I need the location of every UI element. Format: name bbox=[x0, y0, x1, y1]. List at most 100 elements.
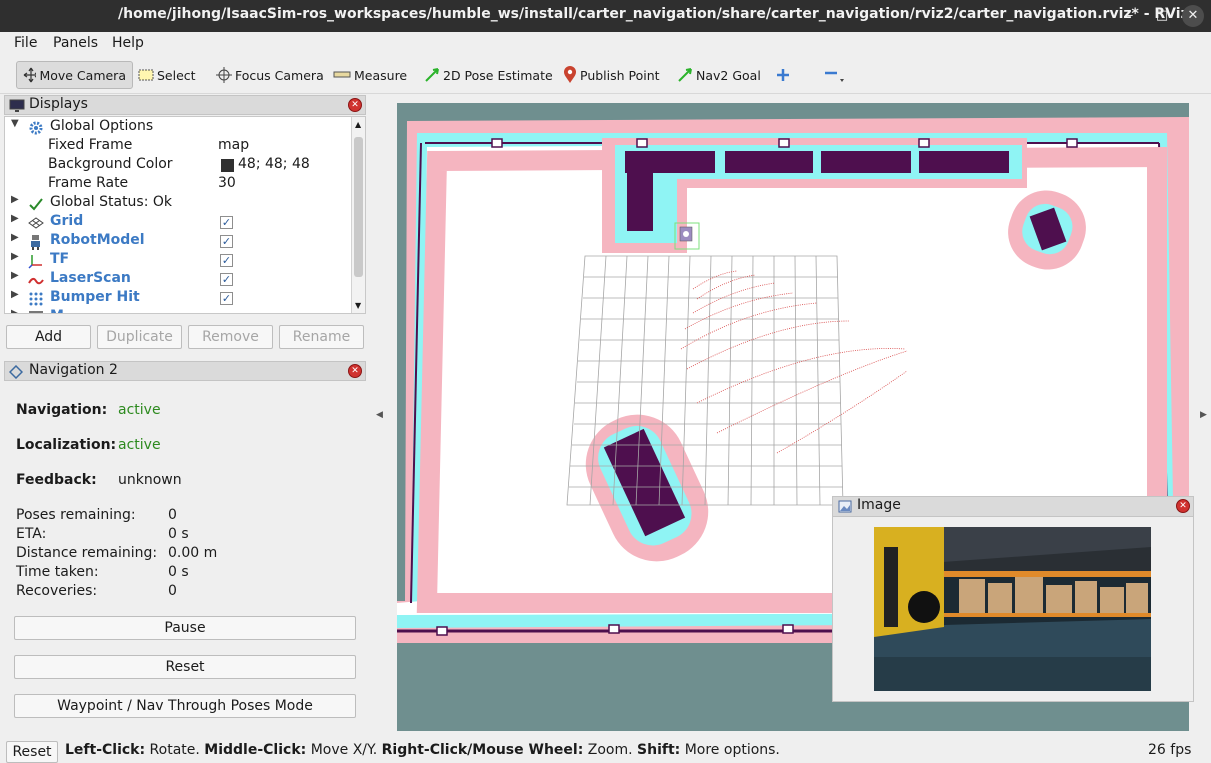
tree-row-laserscan[interactable]: ▶ LaserScan ✓ bbox=[5, 270, 353, 289]
add-tool-button[interactable] bbox=[776, 61, 793, 89]
menu-file[interactable]: File bbox=[14, 35, 37, 51]
fixed-frame-value[interactable]: map bbox=[218, 137, 249, 153]
navigation-status-value: active bbox=[118, 402, 161, 418]
pose-estimate-tool[interactable]: 2D Pose Estimate bbox=[424, 61, 553, 89]
pause-button[interactable]: Pause bbox=[14, 616, 356, 640]
monitor-icon bbox=[9, 99, 25, 112]
remove-display-button[interactable]: Remove bbox=[188, 325, 273, 349]
navigation-status-label: Navigation: bbox=[16, 402, 108, 418]
display-label-robotmodel: RobotModel bbox=[50, 232, 145, 248]
robotmodel-enabled-checkbox[interactable]: ✓ bbox=[220, 235, 233, 248]
tree-row-tf[interactable]: ▶ TF ✓ bbox=[5, 251, 353, 270]
collapsed-arrow-icon[interactable]: ▶ bbox=[11, 308, 19, 313]
expanded-arrow-icon[interactable]: ▼ bbox=[11, 118, 19, 129]
tree-row-partial[interactable]: ▶ M bbox=[5, 308, 353, 313]
rename-display-button[interactable]: Rename bbox=[279, 325, 364, 349]
tree-row-global-options[interactable]: ▼ Global Options bbox=[5, 118, 353, 137]
displays-title: Displays bbox=[29, 96, 88, 112]
duplicate-display-button[interactable]: Duplicate bbox=[97, 325, 182, 349]
waypoint-mode-button[interactable]: Waypoint / Nav Through Poses Mode bbox=[14, 694, 356, 718]
tool-bar: Move Camera Select Focus Camera Measure … bbox=[0, 56, 1211, 94]
scroll-down-icon[interactable]: ▼ bbox=[355, 301, 361, 310]
background-color-value[interactable]: 48; 48; 48 bbox=[238, 156, 310, 172]
reset-navigation-button[interactable]: Reset bbox=[14, 655, 356, 679]
color-swatch[interactable] bbox=[221, 159, 234, 172]
collapsed-arrow-icon[interactable]: ▶ bbox=[11, 213, 19, 224]
tree-row-frame-rate[interactable]: Frame Rate 30 bbox=[5, 175, 353, 194]
laserscan-icon bbox=[28, 277, 44, 285]
localization-status-label: Localization: bbox=[16, 437, 117, 453]
ruler-icon bbox=[333, 71, 351, 78]
status-hint: Left-Click: Rotate. Middle-Click: Move X… bbox=[65, 742, 780, 758]
shift-key: Shift: bbox=[637, 742, 681, 758]
close-image-panel-button[interactable]: ✕ bbox=[1176, 499, 1190, 513]
tree-row-fixed-frame[interactable]: Fixed Frame map bbox=[5, 137, 353, 156]
close-window-button[interactable]: ✕ bbox=[1182, 5, 1204, 27]
focus-camera-tool[interactable]: Focus Camera bbox=[216, 61, 324, 89]
left-click-desc: Rotate. bbox=[145, 742, 205, 758]
splitter-right-arrow-icon[interactable]: ▶ bbox=[1200, 410, 1207, 420]
tf-enabled-checkbox[interactable]: ✓ bbox=[220, 254, 233, 267]
left-click-key: Left-Click: bbox=[65, 742, 146, 758]
select-icon bbox=[138, 69, 154, 81]
green-arrow-icon bbox=[425, 68, 439, 82]
select-tool[interactable]: Select bbox=[138, 61, 196, 89]
collapsed-arrow-icon[interactable]: ▶ bbox=[11, 251, 19, 262]
move-camera-tool[interactable]: Move Camera bbox=[16, 61, 133, 89]
grid-enabled-checkbox[interactable]: ✓ bbox=[220, 216, 233, 229]
tree-row-grid[interactable]: ▶ Grid ✓ bbox=[5, 213, 353, 232]
laserscan-enabled-checkbox[interactable]: ✓ bbox=[220, 273, 233, 286]
move-camera-label: Move Camera bbox=[39, 67, 126, 83]
publish-point-tool[interactable]: Publish Point bbox=[563, 61, 660, 89]
diamond-icon bbox=[9, 365, 23, 379]
minimize-button[interactable]: – bbox=[1119, 5, 1141, 27]
pose-estimate-label: 2D Pose Estimate bbox=[443, 67, 553, 83]
scrollbar-thumb[interactable] bbox=[354, 137, 363, 277]
grid-icon bbox=[28, 217, 44, 229]
camera-image bbox=[874, 527, 1151, 691]
tree-row-background-color[interactable]: Background Color 48; 48; 48 bbox=[5, 156, 353, 175]
add-display-button[interactable]: Add bbox=[6, 325, 91, 349]
tree-row-global-status[interactable]: ▶ Global Status: Ok bbox=[5, 194, 353, 213]
close-displays-button[interactable]: ✕ bbox=[348, 98, 362, 112]
display-label-partial: M bbox=[50, 308, 64, 313]
collapsed-arrow-icon[interactable]: ▶ bbox=[11, 270, 19, 281]
image-panel: Image ✕ bbox=[832, 496, 1194, 702]
bumper-hit-enabled-checkbox[interactable]: ✓ bbox=[220, 292, 233, 305]
image-panel-header: Image ✕ bbox=[833, 497, 1193, 517]
collapsed-arrow-icon[interactable]: ▶ bbox=[11, 194, 19, 205]
distance-remaining-label: Distance remaining: bbox=[16, 545, 158, 561]
collapsed-arrow-icon[interactable]: ▶ bbox=[11, 289, 19, 300]
image-panel-title: Image bbox=[857, 497, 901, 513]
menu-help[interactable]: Help bbox=[112, 35, 144, 51]
window-titlebar: /home/jihong/IsaacSim-ros_workspaces/hum… bbox=[0, 0, 1211, 32]
shift-desc: More options. bbox=[680, 742, 780, 758]
scroll-up-icon[interactable]: ▲ bbox=[355, 120, 361, 129]
status-bar: Reset Left-Click: Rotate. Middle-Click: … bbox=[0, 741, 1211, 763]
recoveries-label: Recoveries: bbox=[16, 583, 98, 599]
maximize-button[interactable]: □ bbox=[1151, 5, 1173, 27]
tree-row-bumper-hit[interactable]: ▶ Bumper Hit ✓ bbox=[5, 289, 353, 308]
shelf-block bbox=[919, 151, 1009, 173]
robot-icon bbox=[31, 235, 40, 250]
tree-row-robotmodel[interactable]: ▶ RobotModel ✓ bbox=[5, 232, 353, 251]
frame-rate-value[interactable]: 30 bbox=[218, 175, 236, 191]
map-pin-icon bbox=[564, 66, 576, 83]
nav2-goal-tool[interactable]: Nav2 Goal bbox=[677, 61, 761, 89]
remove-tool-button[interactable] bbox=[823, 61, 848, 89]
collapsed-arrow-icon[interactable]: ▶ bbox=[11, 232, 19, 243]
shelf-block bbox=[821, 151, 911, 173]
close-navigation-button[interactable]: ✕ bbox=[348, 364, 362, 378]
middle-click-desc: Move X/Y. bbox=[306, 742, 382, 758]
displays-scrollbar[interactable]: ▲ ▼ bbox=[351, 117, 365, 313]
menu-panels[interactable]: Panels bbox=[53, 35, 98, 51]
feedback-label: Feedback: bbox=[16, 472, 97, 488]
plus-icon bbox=[777, 69, 789, 81]
splitter-left-arrow-icon[interactable]: ◀ bbox=[376, 410, 383, 420]
localization-status-value: active bbox=[118, 437, 161, 453]
global-options-label: Global Options bbox=[50, 118, 154, 134]
background-color-label: Background Color bbox=[48, 156, 173, 172]
measure-tool[interactable]: Measure bbox=[333, 61, 407, 89]
robot-sensor bbox=[683, 231, 689, 237]
feedback-value: unknown bbox=[118, 472, 182, 488]
